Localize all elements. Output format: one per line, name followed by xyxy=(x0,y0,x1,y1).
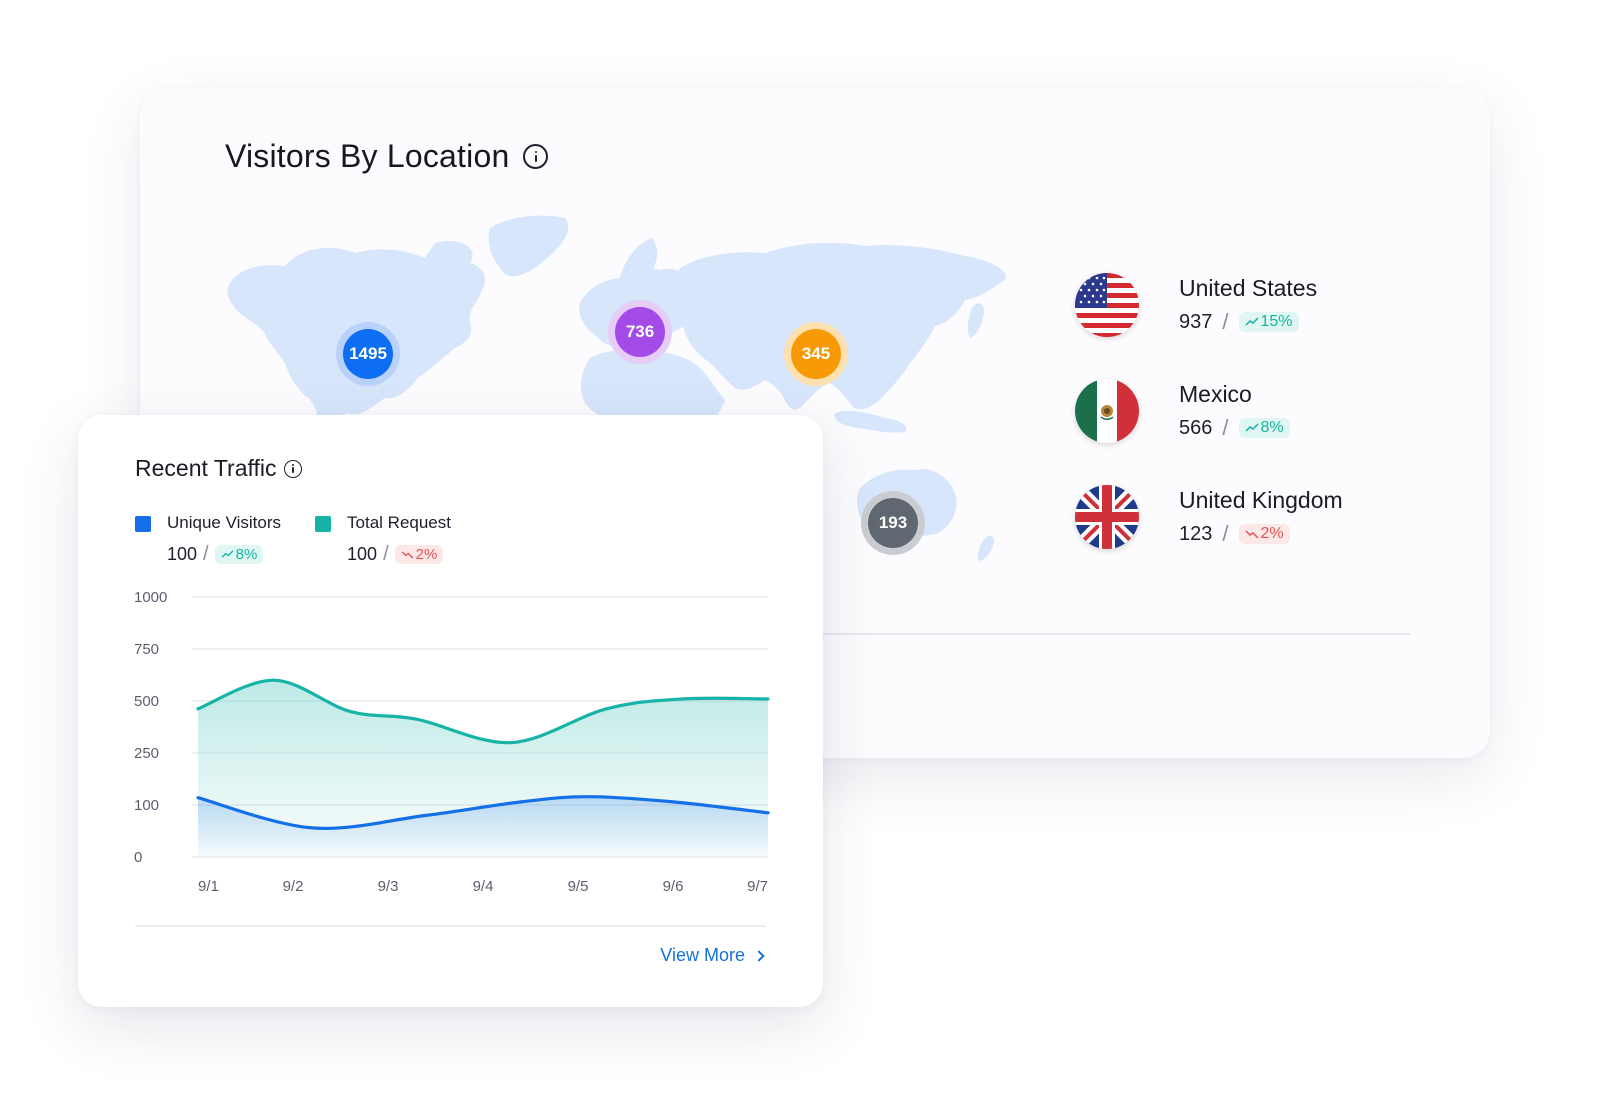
x-tick-label: 9/6 xyxy=(663,878,684,895)
marker-345-label: 345 xyxy=(791,329,841,379)
uk-flag-icon xyxy=(1075,485,1139,549)
legend-label: Unique Visitors xyxy=(167,513,282,532)
mexico-flag-icon xyxy=(1075,379,1139,443)
marker-1495-label: 1495 xyxy=(343,329,393,379)
legend-value: 100 xyxy=(167,544,198,564)
location-card-title: Visitors By Location xyxy=(225,138,549,175)
chart-legend: Unique Visitors 100 / 8% Total Request 1… xyxy=(135,513,451,566)
country-value: 937 xyxy=(1179,310,1213,333)
trend-value: 8% xyxy=(235,546,258,563)
trend-badge-down: 2% xyxy=(1238,524,1290,544)
us-flag-icon xyxy=(1075,273,1139,337)
info-icon[interactable] xyxy=(523,144,549,169)
marker-193-label: 193 xyxy=(868,498,918,548)
legend-stats: 100 / 8% xyxy=(167,543,281,566)
x-tick-label: 9/2 xyxy=(283,878,304,895)
x-axis: 9/1 9/2 9/3 9/4 9/5 9/6 9/7 xyxy=(198,878,768,895)
x-tick-label: 9/5 xyxy=(568,878,589,895)
country-stats: 123 / 2% xyxy=(1179,521,1290,547)
country-name: United Kingdom xyxy=(1179,487,1343,513)
traffic-card-title: Recent Traffic xyxy=(135,455,303,482)
divider xyxy=(790,633,1410,635)
traffic-title-text: Recent Traffic xyxy=(135,455,277,481)
separator: / xyxy=(1222,309,1229,334)
x-tick-label: 9/3 xyxy=(378,878,399,895)
separator: / xyxy=(383,543,389,565)
legend-unique-visitors[interactable]: Unique Visitors 100 / 8% xyxy=(135,513,281,566)
legend-stats: 100 / 2% xyxy=(347,543,451,566)
stage: Visitors By Location 1495 736 345 193 Un… xyxy=(0,0,1600,1117)
country-value: 123 xyxy=(1179,522,1213,545)
separator: / xyxy=(1222,415,1229,440)
country-name: United States xyxy=(1179,275,1318,301)
trend-value: 15% xyxy=(1260,313,1293,330)
country-stats: 937 / 15% xyxy=(1179,309,1299,335)
trend-badge-up: 8% xyxy=(1238,418,1290,438)
info-icon[interactable] xyxy=(284,459,303,478)
legend-label: Total Request xyxy=(347,513,451,532)
country-row-united-states[interactable]: United States 937 / 15% xyxy=(1075,273,1435,379)
y-tick-label: 250 xyxy=(134,745,159,762)
trend-value: 2% xyxy=(1260,525,1284,542)
trend-value: 2% xyxy=(415,546,438,563)
trend-up-icon xyxy=(1244,317,1259,326)
chevron-right-icon xyxy=(753,949,765,962)
trend-down-icon xyxy=(401,551,414,559)
traffic-area-chart: 0 100 250 500 750 1000 9/1 9/2 9/3 9/4 9/5 9/6 9/7 xyxy=(134,589,770,895)
view-more-label: View More xyxy=(660,945,745,965)
y-tick-label: 100 xyxy=(134,797,159,814)
trend-badge-down: 2% xyxy=(394,545,444,564)
recent-traffic-card: Recent Traffic Unique Visitors 100 / 8% … xyxy=(78,415,823,1007)
marker-193[interactable]: 193 xyxy=(861,491,925,555)
x-tick-label: 9/4 xyxy=(473,878,494,895)
country-stats: 566 / 8% xyxy=(1179,415,1290,441)
country-list: United States 937 / 15% Mexico 566 / 8% … xyxy=(1075,273,1435,591)
marker-736-label: 736 xyxy=(615,307,665,357)
marker-1495[interactable]: 1495 xyxy=(336,322,400,386)
location-title-text: Visitors By Location xyxy=(225,138,510,174)
country-value: 566 xyxy=(1179,416,1213,439)
y-tick-label: 500 xyxy=(134,693,159,710)
y-tick-label: 750 xyxy=(134,641,159,658)
country-row-united-kingdom[interactable]: United Kingdom 123 / 2% xyxy=(1075,485,1435,591)
x-tick-label: 9/7 xyxy=(747,878,768,895)
trend-value: 8% xyxy=(1260,419,1284,436)
chart-series xyxy=(196,678,770,857)
divider xyxy=(135,925,766,927)
country-row-mexico[interactable]: Mexico 566 / 8% xyxy=(1075,379,1435,485)
country-name: Mexico xyxy=(1179,381,1252,407)
separator: / xyxy=(1222,521,1229,546)
trend-badge-up: 8% xyxy=(214,545,264,564)
legend-swatch xyxy=(315,516,332,532)
marker-736[interactable]: 736 xyxy=(608,300,672,364)
legend-value: 100 xyxy=(347,544,378,564)
trend-badge-up: 15% xyxy=(1238,312,1299,332)
legend-total-request[interactable]: Total Request 100 / 2% xyxy=(315,513,451,566)
marker-345[interactable]: 345 xyxy=(784,322,848,386)
trend-up-icon xyxy=(221,550,233,558)
trend-down-icon xyxy=(1244,530,1259,539)
view-more-link[interactable]: View More xyxy=(660,945,765,966)
trend-up-icon xyxy=(1244,423,1259,432)
legend-swatch xyxy=(135,516,151,532)
separator: / xyxy=(203,543,209,565)
y-tick-label: 1000 xyxy=(134,589,167,606)
y-tick-label: 0 xyxy=(134,849,142,866)
x-tick-label: 9/1 xyxy=(198,878,219,895)
